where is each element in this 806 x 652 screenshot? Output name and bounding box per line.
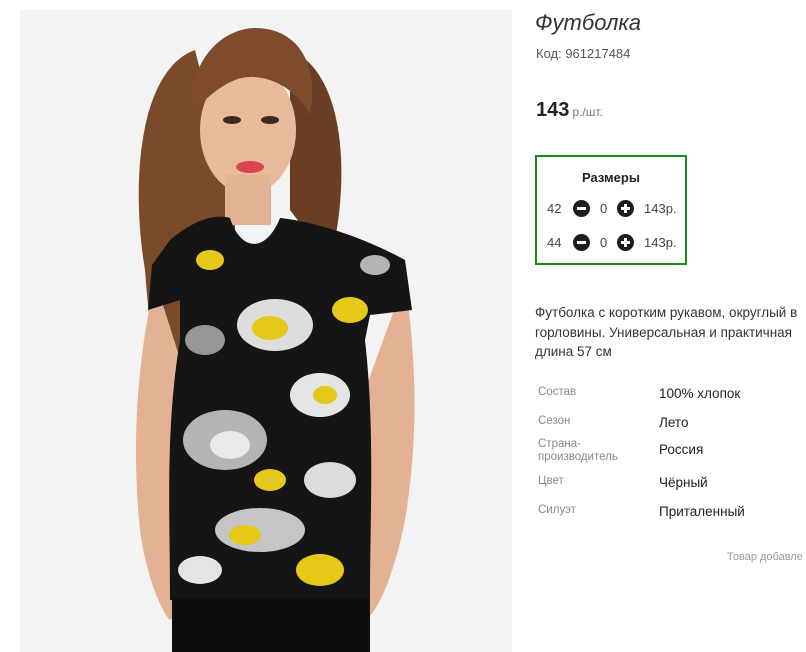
attribute-key: Состав [538,386,577,398]
attributes-table: Состав 100% хлопок Сезон Лето Страна- пр… [538,380,806,527]
description-line: горловины. Универсальная и практичная [535,324,792,340]
attribute-key-line: производитель [538,451,618,463]
added-note: Товар добавле [727,551,803,563]
decrease-quantity-button[interactable] [573,234,590,251]
increase-quantity-button[interactable] [617,234,634,251]
sizes-title: Размеры [582,170,640,185]
size-price: 143р. [644,235,677,250]
attribute-row-composition: Состав 100% хлопок [538,380,806,409]
price-value: 143 [536,99,570,121]
attribute-row-silhouette: Силуэт Приталенный [538,498,806,527]
attribute-value: Чёрный [659,475,708,490]
attribute-key: Силуэт [538,504,576,516]
attribute-key-line: Страна- [538,438,581,450]
attribute-value: 100% хлопок [659,386,741,401]
increase-quantity-button[interactable] [617,200,634,217]
size-quantity: 0 [600,235,608,250]
description-line: Футболка с коротким рукавом, округлый в [535,305,798,320]
attribute-row-country: Страна- производитель Россия [538,438,806,469]
attribute-row-season: Сезон Лето [538,409,806,438]
price-unit: р./шт. [572,105,603,119]
size-label: 44 [547,235,562,250]
attribute-key: Цвет [538,475,564,487]
attribute-value: Приталенный [659,504,745,519]
description-line: длина 57 см [535,344,612,359]
product-image [20,10,512,652]
attribute-key: Страна- производитель [538,438,618,464]
size-quantity: 0 [600,201,608,216]
size-label: 42 [547,201,562,216]
size-row: 42 0 143р. [537,199,687,219]
attribute-row-color: Цвет Чёрный [538,469,806,498]
size-price: 143р. [644,201,677,216]
size-row: 44 0 143р. [537,233,687,253]
product-description: Футболка с коротким рукавом, округлый в … [535,303,806,362]
attribute-value: Россия [659,442,704,457]
decrease-quantity-button[interactable] [573,200,590,217]
attribute-value: Лето [659,415,689,430]
product-photo[interactable] [20,10,512,652]
attribute-key: Сезон [538,415,571,427]
product-code: Код: 961217484 [536,46,631,61]
product-title: Футболка [535,10,641,35]
product-price: 143 р./шт. [536,99,603,122]
sizes-panel: Размеры 42 0 143р. 44 0 143р. [535,155,687,265]
